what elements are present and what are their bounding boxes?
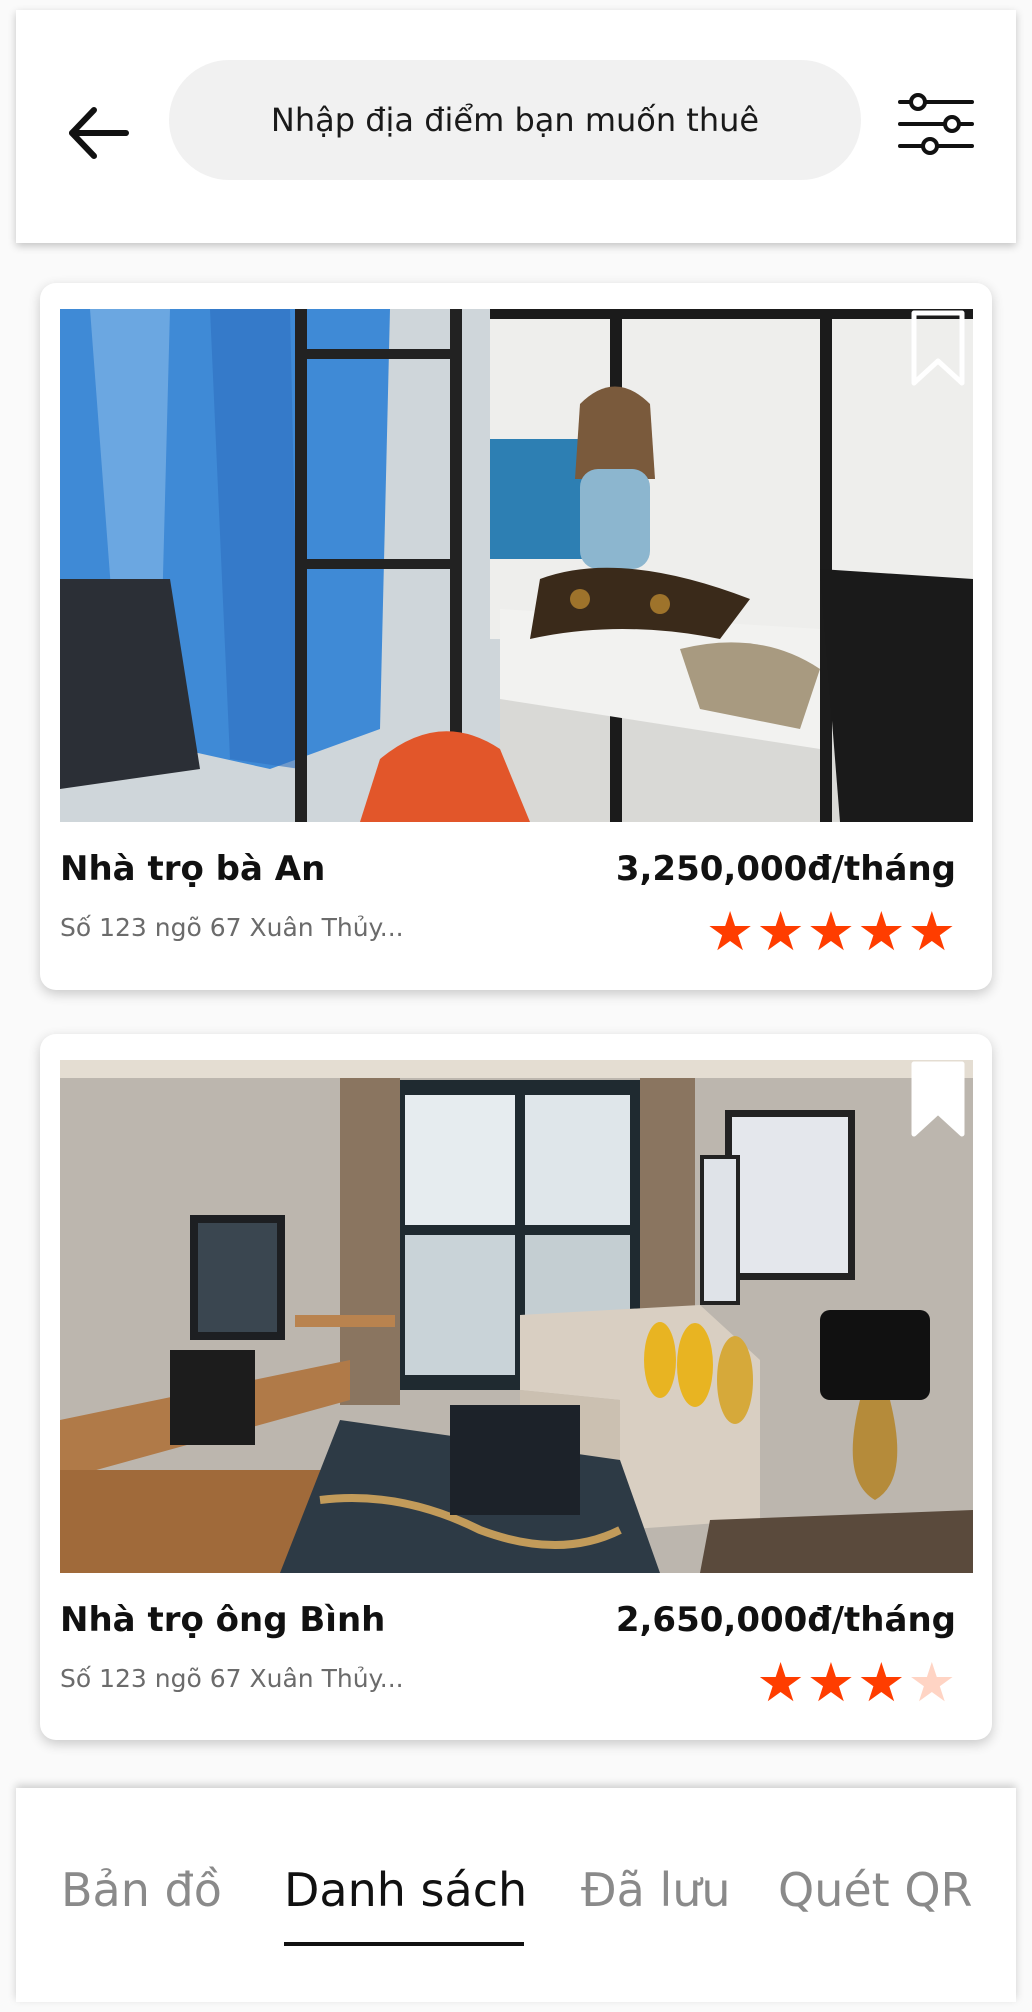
active-tab-indicator [284,1942,524,1946]
arrow-left-icon[interactable] [54,98,134,168]
listing-card[interactable]: Nhà trọ ông Bình 2,650,000đ/tháng Số 123… [40,1034,992,1740]
tab-saved[interactable]: Đã lưu [581,1863,731,1917]
bottom-navigation: Bản đồ Danh sách Đã lưu Quét QR [16,1788,1016,2002]
listing-card[interactable]: Nhà trọ bà An 3,250,000đ/tháng Số 123 ng… [40,283,992,990]
bookmark-outline-icon[interactable] [908,309,968,389]
rating-stars: ★ ★ ★ ★ ★ [706,905,956,959]
search-placeholder: Nhập địa điểm bạn muốn thuê [270,101,760,139]
listing-price: 2,650,000đ/tháng [615,1600,956,1640]
rating-stars: ★ ★ ★ ★ [756,1656,956,1710]
listing-title[interactable]: Nhà trọ bà An [60,849,325,889]
listing-photo [60,309,973,822]
sliders-icon[interactable] [896,90,976,160]
listing-photo [60,1060,973,1573]
tab-list[interactable]: Danh sách [284,1863,527,1917]
listing-address: Số 123 ngõ 67 Xuân Thủy... [60,913,404,942]
star-empty-icon: ★ [907,1651,956,1714]
listing-address: Số 123 ngõ 67 Xuân Thủy... [60,1664,404,1693]
star-icon: ★ [756,900,805,963]
tab-scan-qr[interactable]: Quét QR [778,1863,973,1917]
star-icon: ★ [806,900,856,963]
listing-price: 3,250,000đ/tháng [615,849,956,889]
living-room-photo [60,1060,973,1573]
top-bar: Nhập địa điểm bạn muốn thuê [16,10,1016,243]
star-icon: ★ [756,1651,805,1714]
star-icon: ★ [806,1651,856,1714]
bookmark-filled-icon[interactable] [908,1060,968,1140]
listing-title[interactable]: Nhà trọ ông Bình [60,1600,385,1640]
search-input[interactable]: Nhập địa điểm bạn muốn thuê [169,60,861,180]
star-icon: ★ [857,1651,906,1714]
star-icon: ★ [907,900,956,963]
dorm-room-photo [60,309,973,822]
star-icon: ★ [857,900,906,963]
tab-map[interactable]: Bản đồ [61,1863,222,1917]
star-icon: ★ [705,900,755,963]
